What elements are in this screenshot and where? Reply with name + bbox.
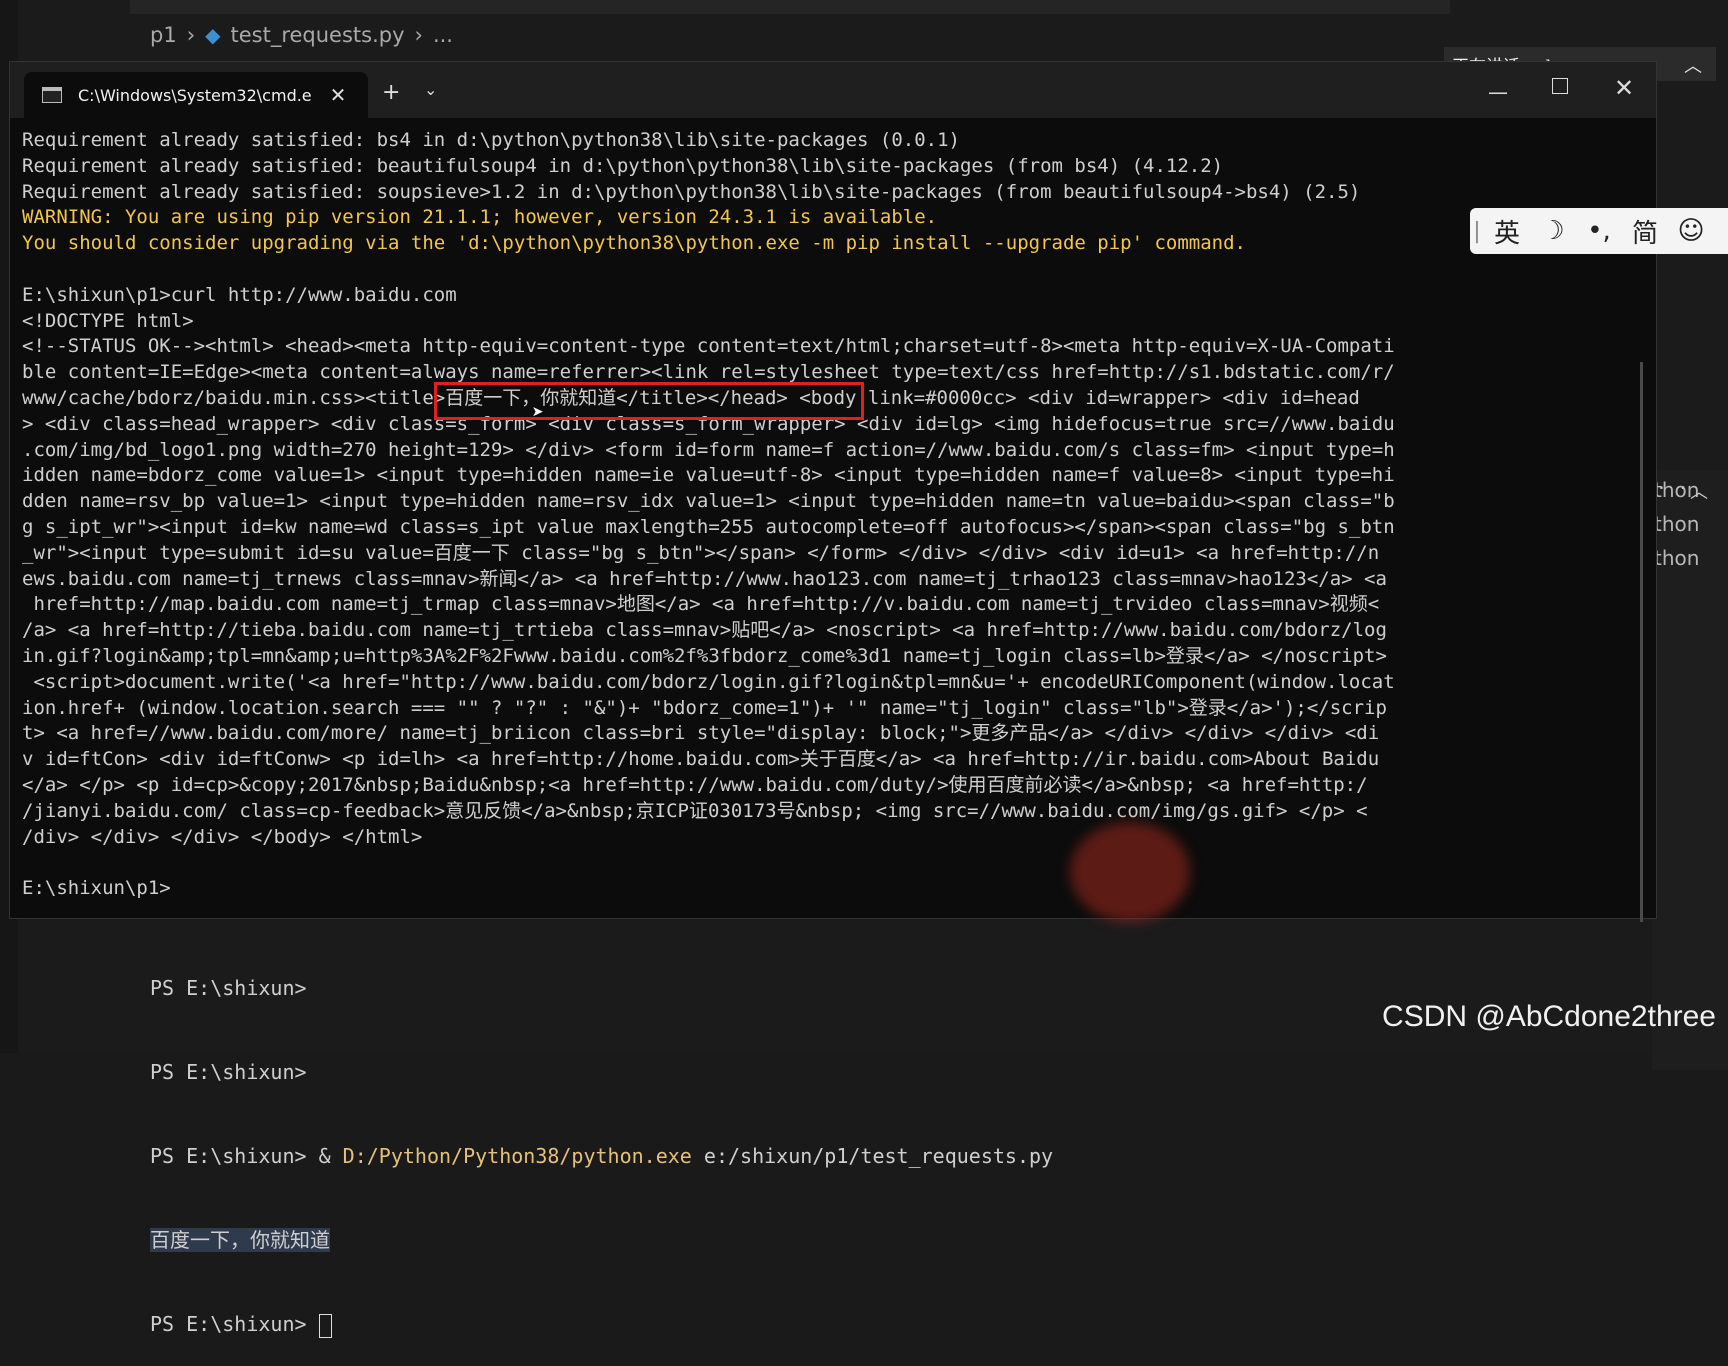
breadcrumb-folder[interactable]: p1	[150, 23, 177, 47]
background-decoration	[1070, 822, 1190, 922]
emoji-icon[interactable]: ☺	[1668, 216, 1714, 246]
terminal-scrollbar[interactable]	[1640, 362, 1643, 922]
script-output: 百度一下，你就知道	[150, 1228, 330, 1252]
breadcrumb-file[interactable]: test_requests.py	[231, 23, 405, 47]
ps-output-line: 百度一下，你就知道	[150, 1226, 1650, 1254]
new-tab-button[interactable]: +	[382, 80, 400, 105]
terminal-line: </a> </p> <p id=cp>&copy;2017&nbsp;Baidu…	[22, 773, 1368, 796]
csdn-watermark: CSDN @AbCdone2three	[1382, 1000, 1716, 1033]
breadcrumb-more[interactable]: ...	[433, 23, 453, 47]
python-exe-path: D:/Python/Python38/python.exe	[342, 1144, 692, 1168]
panel-dots: · ·	[1656, 478, 1689, 499]
terminal-line: <script>document.write('<a href="http://…	[22, 670, 1395, 693]
terminal-line: in.gif?login&amp;tpl=mn&amp;u=http%3A%2F…	[22, 644, 1387, 667]
punctuation-button[interactable]: •,	[1576, 216, 1622, 246]
panel-text: thon	[1654, 512, 1700, 536]
window-titlebar[interactable]: C:\Windows\System32\cmd.e ✕ + ⌄ — ✕	[10, 62, 1656, 118]
terminal-line: E:\shixun\p1>	[22, 877, 171, 900]
terminal-line: <!--STATUS OK--><html> <head><meta http-…	[22, 335, 1395, 358]
terminal-line: www/cache/bdorz/baidu.min.css><title>百度一…	[22, 386, 1360, 409]
cmd-window: C:\Windows\System32\cmd.e ✕ + ⌄ — ✕ Requ…	[10, 62, 1656, 922]
text-cursor	[318, 1313, 332, 1338]
chevron-up-icon[interactable]: ︿	[1684, 52, 1702, 78]
terminal-line: <!DOCTYPE html>	[22, 309, 194, 332]
editor-tab-strip	[130, 0, 1450, 14]
panel-text: thon	[1654, 546, 1700, 570]
terminal-line: /jianyi.baidu.com/ class=cp-feedback>意见反…	[22, 799, 1368, 822]
minimize-button[interactable]: —	[1488, 80, 1508, 104]
simplified-button[interactable]: 简	[1622, 213, 1668, 250]
terminal-line: You should consider upgrading via the 'd…	[22, 232, 1246, 255]
ime-language-button[interactable]: 英	[1484, 213, 1530, 250]
terminal-icon	[42, 87, 62, 103]
ps-line: PS E:\shixun>	[150, 1060, 307, 1084]
terminal-line: WARNING: You are using pip version 21.1.…	[22, 206, 938, 229]
terminal-line: /a> <a href=http://tieba.baidu.com name=…	[22, 619, 1387, 642]
chevron-right-icon: ›	[186, 23, 196, 47]
terminal-line: t> <a href=//www.baidu.com/more/ name=tj…	[22, 722, 1380, 745]
terminal-line: g s_ipt_wr"><input id=kw name=wd class=s…	[22, 515, 1395, 538]
terminal-output[interactable]: Requirement already satisfied: bs4 in d:…	[22, 128, 1632, 908]
right-side-panel: thon thon thon	[1652, 470, 1728, 1070]
terminal-line: _wr"><input type=submit id=su value=百度一下…	[22, 541, 1380, 564]
moon-icon[interactable]: ☽	[1530, 216, 1576, 246]
chevron-up-icon[interactable]: ︿	[1690, 478, 1708, 504]
terminal-line: Requirement already satisfied: soupsieve…	[22, 180, 1361, 203]
ps-final-line: PS E:\shixun>	[150, 1310, 1650, 1338]
terminal-line: E:\shixun\p1>curl http://www.baidu.com	[22, 283, 457, 306]
mouse-cursor-icon: ➤	[532, 400, 545, 424]
terminal-line: Requirement already satisfied: bs4 in d:…	[22, 129, 960, 151]
terminal-line: href=http://map.baidu.com name=tj_trmap …	[22, 593, 1380, 616]
close-tab-icon[interactable]: ✕	[328, 83, 348, 107]
tab-cmd[interactable]: C:\Windows\System32\cmd.e ✕	[24, 72, 368, 118]
ps-prompt: PS E:\shixun>	[150, 1312, 319, 1336]
terminal-line: idden name=bdorz_come value=1> <input ty…	[22, 464, 1395, 487]
terminal-line: Requirement already satisfied: beautiful…	[22, 154, 1224, 177]
terminal-line: > <div class=head_wrapper> <div class=s_…	[22, 412, 1395, 435]
ps-command-line: PS E:\shixun> & D:/Python/Python38/pytho…	[150, 1142, 1650, 1170]
terminal-line: /div> </div> </div> </body> </html>	[22, 825, 423, 848]
ps-prompt: PS E:\shixun> &	[150, 1144, 343, 1168]
tab-dropdown-button[interactable]: ⌄	[424, 80, 437, 99]
python-file-icon: ◆	[205, 23, 221, 47]
chevron-right-icon: ›	[414, 23, 423, 47]
terminal-line: v id=ftCon> <div id=ftConw> <p id=lh> <a…	[22, 748, 1380, 771]
terminal-line: ble content=IE=Edge><meta content=always…	[22, 361, 1395, 384]
ime-handle[interactable]: |	[1470, 219, 1484, 244]
script-argument: e:/shixun/p1/test_requests.py	[691, 1144, 1054, 1168]
tab-title: C:\Windows\System32\cmd.e	[78, 85, 312, 105]
terminal-line: ion.href+ (window.location.search === ""…	[22, 696, 1387, 719]
breadcrumb: p1 › ◆ test_requests.py › ...	[150, 18, 453, 52]
maximize-button[interactable]	[1552, 78, 1568, 94]
close-window-button[interactable]: ✕	[1614, 74, 1634, 102]
ime-toolbar: | 英 ☽ •, 简 ☺	[1470, 208, 1728, 254]
terminal-line: ews.baidu.com name=tj_trnews class=mnav>…	[22, 567, 1387, 590]
terminal-line: dden name=rsv_bp value=1> <input type=hi…	[22, 490, 1395, 513]
terminal-line: .com/img/bd_logo1.png width=270 height=1…	[22, 438, 1395, 461]
ps-line: PS E:\shixun>	[150, 976, 307, 1000]
